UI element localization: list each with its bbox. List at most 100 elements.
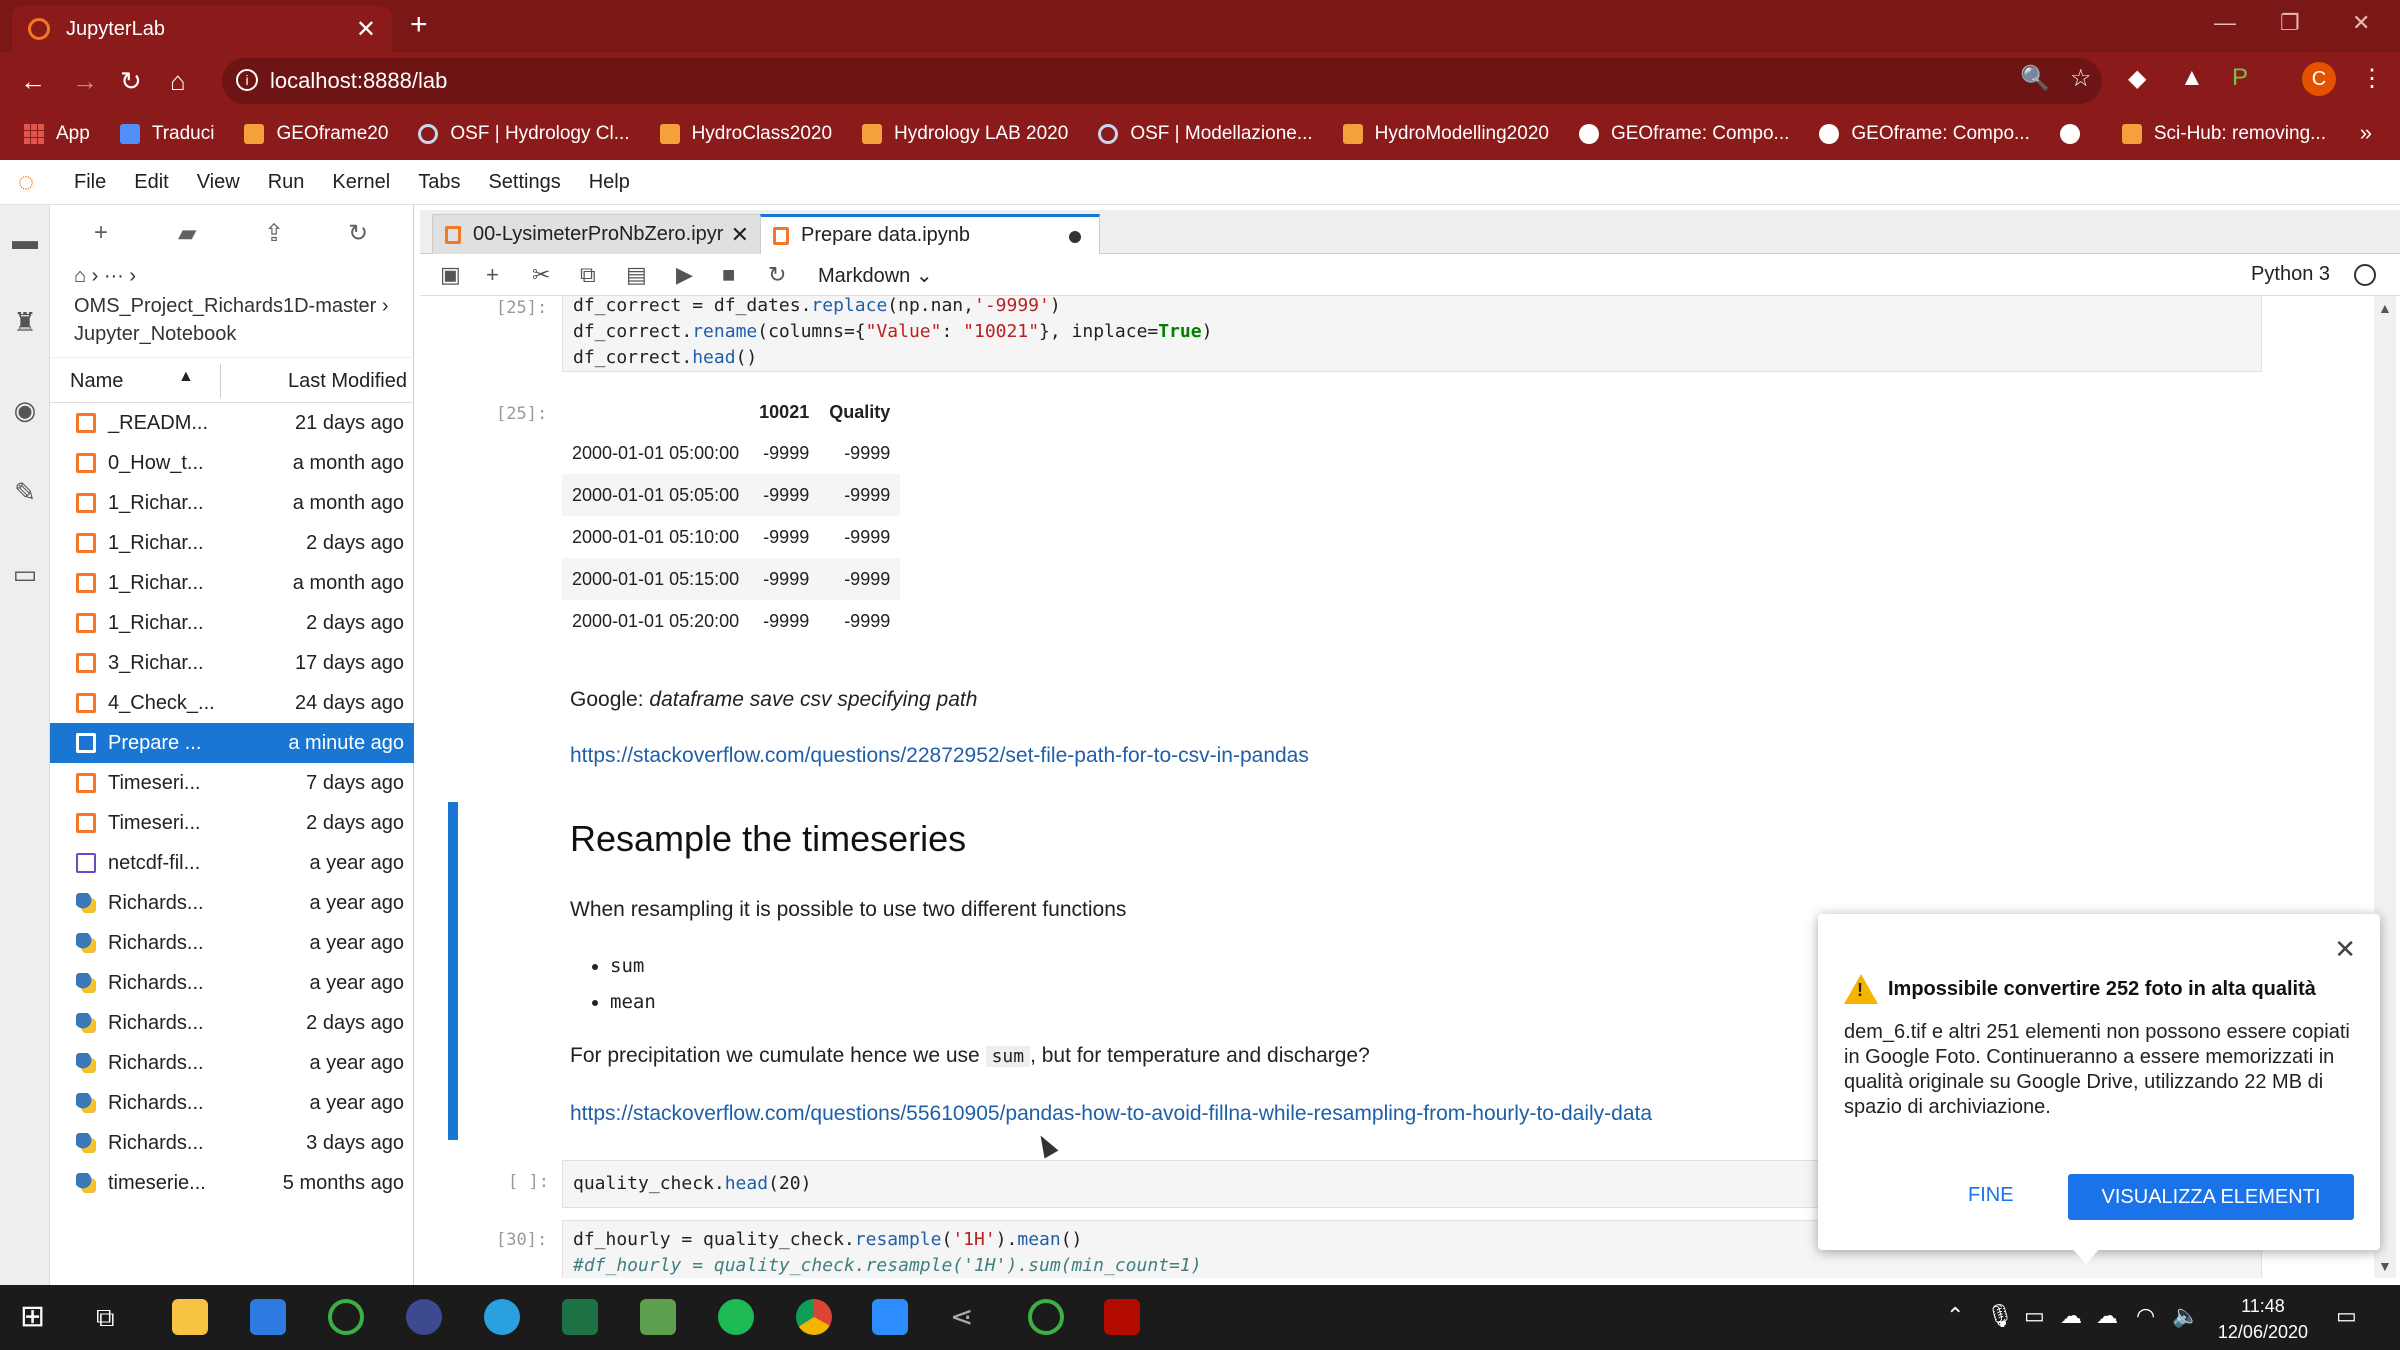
share-app-icon[interactable]: ⋖ (950, 1299, 986, 1335)
bookmark-item[interactable]: Hydrology LAB 2020 (862, 123, 1068, 145)
paste-icon[interactable]: ▤ (626, 262, 647, 288)
menu-kernel[interactable]: Kernel (332, 171, 390, 194)
pdf-extension-icon[interactable]: ▲ (2180, 64, 2204, 92)
stackoverflow-link-2[interactable]: https://stackoverflow.com/questions/5561… (570, 1102, 1652, 1125)
file-row[interactable]: Timeseri... 7 days ago (50, 763, 414, 803)
file-row[interactable]: Richards... a year ago (50, 883, 414, 923)
chrome-icon[interactable] (796, 1299, 832, 1335)
bookmark-item[interactable]: HydroModelling2020 (1342, 123, 1549, 145)
bookmark-item[interactable]: GEOframe20 (244, 123, 388, 145)
sync-app-icon[interactable] (1028, 1299, 1064, 1335)
bookmark-item[interactable]: OSF | Modellazione... (1098, 123, 1313, 145)
scroll-up-icon[interactable]: ▲ (2378, 300, 2392, 316)
system-clock[interactable]: 11:48 12/06/2020 (2218, 1293, 2308, 1345)
bookmark-item[interactable]: App (24, 123, 90, 145)
kernel-name[interactable]: Python 3 (2251, 263, 2330, 286)
menu-tabs[interactable]: Tabs (418, 171, 460, 194)
refresh-icon[interactable]: ↻ (348, 219, 368, 248)
view-items-button[interactable]: VISUALIZZA ELEMENTI (2068, 1174, 2354, 1220)
file-row[interactable]: 1_Richar... 2 days ago (50, 523, 414, 563)
close-icon[interactable]: ✕ (2334, 934, 2356, 965)
browser-menu-icon[interactable]: ⋮ (2360, 64, 2384, 93)
column-last-modified[interactable]: Last Modified (288, 370, 407, 393)
upload-icon[interactable]: ⇪ (264, 219, 284, 248)
file-row[interactable]: Richards... 2 days ago (50, 1003, 414, 1043)
microphone-icon[interactable]: 🎙 (1986, 1303, 2014, 1329)
address-bar[interactable]: i localhost:8888/lab (222, 58, 2102, 104)
home-icon[interactable]: ⌂ (170, 66, 186, 97)
calendar-app-icon[interactable] (250, 1299, 286, 1335)
running-icon[interactable]: ♜ (10, 307, 40, 337)
app-icon[interactable] (406, 1299, 442, 1335)
breadcrumb-subfolder[interactable]: Jupyter_Notebook (74, 323, 236, 346)
cut-icon[interactable]: ✂ (532, 262, 550, 288)
acrobat-icon[interactable] (1104, 1299, 1140, 1335)
menu-edit[interactable]: Edit (134, 171, 168, 194)
star-icon[interactable]: ☆ (2070, 64, 2092, 93)
bookmark-item[interactable] (2059, 124, 2092, 144)
onedrive-icon[interactable]: ☁ (2060, 1303, 2082, 1329)
forward-icon[interactable]: → (72, 66, 98, 97)
file-row[interactable]: Richards... a year ago (50, 1083, 414, 1123)
file-row[interactable]: 1_Richar... a month ago (50, 483, 414, 523)
unsaved-indicator-icon[interactable] (1069, 231, 1081, 243)
file-row[interactable]: 1_Richar... a month ago (50, 563, 414, 603)
cell-type-select[interactable]: Markdown ⌄ (818, 263, 933, 288)
file-row[interactable]: Richards... a year ago (50, 1043, 414, 1083)
bookmark-item[interactable]: Sci-Hub: removing... (2121, 123, 2326, 145)
wrench-icon[interactable]: ✎ (10, 477, 40, 507)
scroll-down-icon[interactable]: ▼ (2378, 1258, 2392, 1274)
menu-file[interactable]: File (74, 171, 106, 194)
palette-icon[interactable]: ◉ (10, 395, 40, 425)
file-row[interactable]: netcdf-fil... a year ago (50, 843, 414, 883)
maximize-icon[interactable]: ❐ (2280, 10, 2300, 36)
telegram-icon[interactable] (484, 1299, 520, 1335)
new-tab-icon[interactable]: + (410, 8, 428, 42)
close-tab-icon[interactable]: ✕ (356, 15, 376, 44)
file-row[interactable]: 0_How_t... a month ago (50, 443, 414, 483)
bookmark-item[interactable]: OSF | Hydrology Cl... (418, 123, 630, 145)
folder-icon[interactable]: ▬ (10, 225, 40, 255)
bookmark-item[interactable]: GEOframe: Compo... (1578, 123, 1789, 145)
bookmark-item[interactable]: HydroClass2020 (659, 123, 832, 145)
back-icon[interactable]: ← (20, 66, 46, 97)
document-app-icon[interactable] (640, 1299, 676, 1335)
bookmark-item[interactable]: Traduci (119, 123, 214, 145)
stackoverflow-link-1[interactable]: https://stackoverflow.com/questions/2287… (570, 744, 1309, 767)
file-row[interactable]: Richards... 3 days ago (50, 1123, 414, 1163)
menu-settings[interactable]: Settings (488, 171, 560, 194)
bookmarks-more-icon[interactable]: » (2360, 120, 2372, 146)
file-explorer-icon[interactable] (172, 1299, 208, 1335)
file-row[interactable]: Richards... a year ago (50, 963, 414, 1003)
menu-run[interactable]: Run (268, 171, 305, 194)
notifications-icon[interactable]: ▭ (2336, 1303, 2357, 1329)
wifi-icon[interactable]: ◠ (2136, 1303, 2155, 1329)
tabs-icon[interactable]: ▭ (10, 559, 40, 589)
zoom-icon[interactable]: 🔍 (2020, 64, 2050, 93)
save-icon[interactable]: ▣ (440, 262, 461, 288)
info-icon[interactable]: i (236, 69, 258, 91)
windows-start-icon[interactable]: ⊞ (20, 1299, 56, 1335)
stop-icon[interactable]: ■ (722, 262, 735, 288)
breadcrumb-folder[interactable]: OMS_Project_Richards1D-master › (74, 295, 389, 318)
excel-icon[interactable] (562, 1299, 598, 1335)
menu-help[interactable]: Help (589, 171, 630, 194)
file-row[interactable]: timeserie... 5 months ago (50, 1163, 414, 1203)
fine-button[interactable]: FINE (1968, 1184, 2014, 1207)
new-folder-icon[interactable]: ▰ (178, 219, 196, 248)
file-row[interactable]: _READM... 21 days ago (50, 403, 414, 443)
menu-view[interactable]: View (197, 171, 240, 194)
restart-icon[interactable]: ↻ (768, 262, 786, 288)
breadcrumb-home[interactable]: ⌂ › ··· › (74, 265, 136, 288)
close-tab-icon[interactable]: ✕ (731, 222, 749, 248)
copy-icon[interactable]: ⧉ (580, 262, 596, 288)
spotify-icon[interactable] (718, 1299, 754, 1335)
tab-prepare-data[interactable]: Prepare data.ipynb (760, 214, 1100, 254)
cloud-sync-icon[interactable]: ☁ (2096, 1303, 2118, 1329)
file-row[interactable]: Prepare ... a minute ago (50, 723, 414, 763)
file-row[interactable]: 4_Check_... 24 days ago (50, 683, 414, 723)
file-row[interactable]: 3_Richar... 17 days ago (50, 643, 414, 683)
reload-icon[interactable]: ↻ (120, 66, 142, 97)
column-name[interactable]: Name (70, 370, 123, 393)
battery-icon[interactable]: ▭ (2024, 1303, 2045, 1329)
